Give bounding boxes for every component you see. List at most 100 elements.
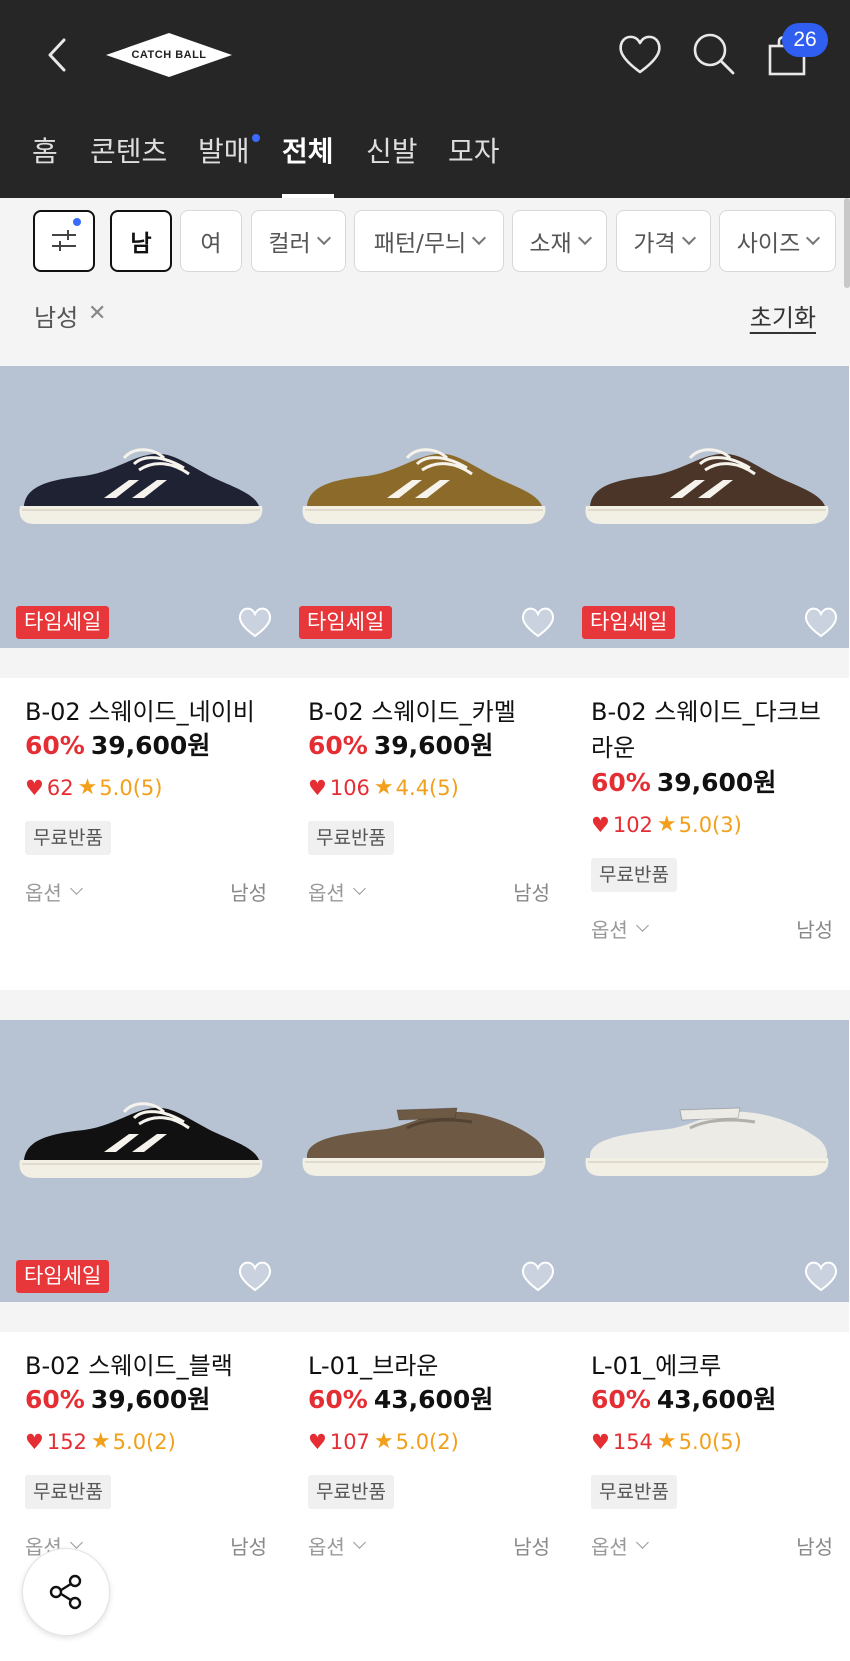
heart-outline-icon [804, 607, 838, 638]
tab-all[interactable]: 전체 [282, 128, 334, 198]
back-button[interactable] [40, 30, 80, 80]
tab-shoes[interactable]: 신발 [366, 128, 418, 198]
filter-size-dropdown[interactable]: 사이즈 [719, 210, 836, 272]
time-sale-badge: 타임세일 [582, 606, 676, 639]
gender-label: 남성 [230, 1535, 267, 1559]
discount-rate: 60% [25, 1385, 85, 1414]
like-count: 102 [612, 812, 653, 837]
sneaker-image [585, 448, 829, 524]
star-icon: ★ [90, 1429, 111, 1454]
chevron-down-icon [681, 230, 696, 246]
image-footer [566, 1302, 849, 1332]
tab-hats[interactable]: 모자 [448, 128, 500, 198]
logo-text: CATCH BALL [131, 49, 207, 61]
image-footer [283, 648, 566, 678]
image-footer [566, 648, 849, 678]
options-label: 옵션 [308, 1535, 345, 1559]
like-button[interactable] [801, 1258, 841, 1294]
filter-settings-button[interactable] [33, 210, 95, 272]
options-dropdown[interactable]: 옵션 [591, 914, 649, 943]
like-count: 62 [46, 775, 74, 800]
image-footer [283, 1302, 566, 1332]
star-icon: ★ [77, 775, 98, 800]
price-row: 60% 39,600원 [25, 1380, 210, 1416]
product-name[interactable]: B-02 스웨이드_블랙 [25, 1348, 275, 1384]
tab-home[interactable]: 홈 [32, 128, 58, 198]
product-name[interactable]: B-02 스웨이드_카멜 [308, 694, 558, 730]
scrollbar[interactable] [844, 198, 850, 288]
sale-price: 39,600원 [90, 731, 211, 760]
tab-release[interactable]: 발매 [198, 128, 260, 198]
heart-filled-icon: ♥ [308, 775, 327, 800]
filter-bar: 남 여 컬러 패턴/무늬 소재 가격 사이즈 남성 ✕ 초기화 [0, 198, 850, 366]
filter-price-label: 가격 [633, 231, 676, 257]
filter-color-dropdown[interactable]: 컬러 [251, 210, 346, 272]
options-dropdown[interactable]: 옵션 [308, 1531, 366, 1560]
like-button[interactable] [518, 604, 558, 640]
chevron-down-icon [69, 882, 83, 895]
new-dot-indicator [251, 134, 260, 142]
filter-size-label: 사이즈 [736, 231, 801, 257]
chevron-down-icon [352, 882, 366, 895]
filter-price-dropdown[interactable]: 가격 [616, 210, 711, 272]
product-stats: ♥ 106 ★ 4.4(5) [308, 775, 459, 800]
time-sale-badge: 타임세일 [16, 606, 110, 639]
wishlist-button[interactable] [614, 28, 666, 80]
star-icon: ★ [656, 1429, 677, 1454]
tab-contents[interactable]: 콘텐츠 [90, 128, 167, 198]
filter-material-dropdown[interactable]: 소재 [512, 210, 607, 272]
like-button[interactable] [235, 604, 275, 640]
tab-release-label: 발매 [198, 135, 250, 168]
heart-outline-icon [804, 1261, 838, 1292]
chevron-down-icon [635, 1536, 649, 1549]
discount-rate: 60% [308, 1385, 368, 1414]
price-row: 60% 39,600원 [25, 726, 210, 762]
options-dropdown[interactable]: 옵션 [308, 877, 366, 906]
remove-filter-icon[interactable]: ✕ [88, 301, 106, 326]
heart-filled-icon: ♥ [25, 775, 44, 800]
row-separator [0, 990, 850, 1020]
filter-gender-female[interactable]: 여 [180, 210, 242, 272]
discount-rate: 60% [591, 768, 651, 797]
product-name[interactable]: B-02 스웨이드_네이비 [25, 694, 275, 730]
options-dropdown[interactable]: 옵션 [25, 877, 83, 906]
rating-value: 4.4(5) [395, 775, 459, 800]
gender-label: 남성 [796, 918, 833, 942]
like-count: 154 [612, 1429, 653, 1454]
product-name[interactable]: B-02 스웨이드_다크브라운 [591, 694, 841, 766]
discount-rate: 60% [591, 1385, 651, 1414]
options-dropdown[interactable]: 옵션 [591, 1531, 649, 1560]
chevron-left-icon [48, 38, 66, 72]
sale-price: 43,600원 [373, 1385, 494, 1414]
heart-outline-icon [521, 607, 555, 638]
filter-color-label: 컬러 [268, 231, 311, 257]
gender-label: 남성 [513, 1535, 550, 1559]
filter-gender-male[interactable]: 남 [110, 210, 172, 272]
reset-filters-link[interactable]: 초기화 [750, 298, 816, 333]
heart-filled-icon: ♥ [308, 1429, 327, 1454]
sneaker-image [19, 1102, 263, 1178]
like-count: 107 [329, 1429, 370, 1454]
like-button[interactable] [235, 1258, 275, 1294]
gender-label: 남성 [513, 881, 550, 905]
cart-count-badge: 26 [782, 23, 828, 57]
search-button[interactable] [688, 28, 740, 80]
product-name[interactable]: L-01_에크루 [591, 1348, 841, 1384]
like-button[interactable] [518, 1258, 558, 1294]
product-stats: ♥ 62 ★ 5.0(5) [25, 775, 162, 800]
sale-price: 39,600원 [373, 731, 494, 760]
sale-price: 39,600원 [90, 1385, 211, 1414]
brand-logo[interactable]: CATCH BALL [106, 33, 232, 77]
filter-pattern-dropdown[interactable]: 패턴/무늬 [354, 210, 504, 272]
sneaker-image [19, 448, 263, 524]
product-name[interactable]: L-01_브라운 [308, 1348, 558, 1384]
heart-filled-icon: ♥ [591, 1429, 610, 1454]
filter-pattern-label: 패턴/무늬 [373, 231, 467, 257]
like-button[interactable] [801, 604, 841, 640]
free-return-tag: 무료반품 [25, 821, 111, 855]
category-tabs: 홈 콘텐츠 발매 전체 신발 모자 [0, 128, 850, 198]
free-return-tag: 무료반품 [308, 821, 394, 855]
rating-value: 5.0(2) [395, 1429, 459, 1454]
discount-rate: 60% [308, 731, 368, 760]
share-button[interactable] [22, 1548, 110, 1636]
